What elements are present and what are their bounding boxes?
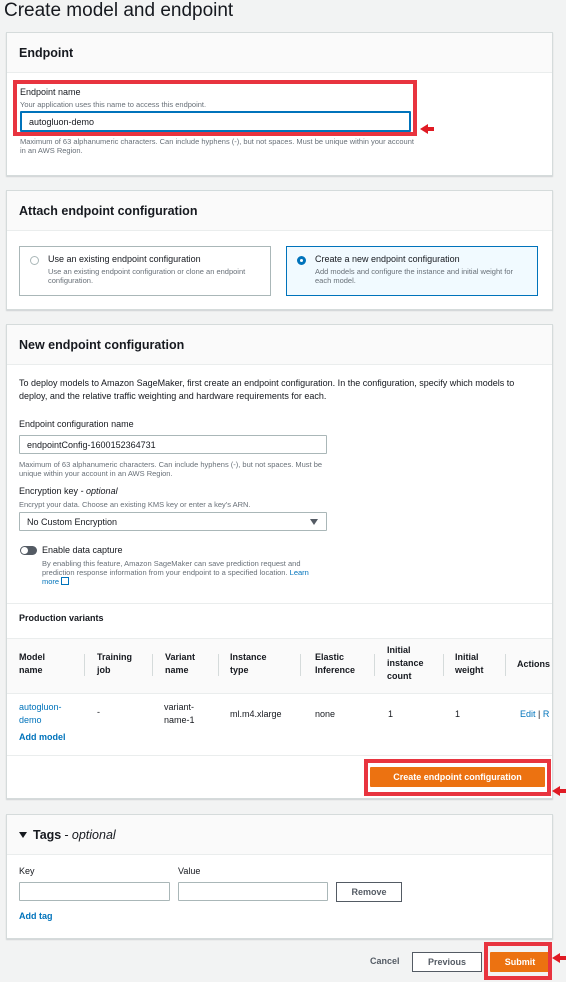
config-name-constraint: Maximum of 63 alphanumeric characters. C… [19,460,323,478]
data-capture-desc: By enabling this feature, Amazon SageMak… [42,559,327,586]
cell-model-name[interactable]: autogluon-demo [19,701,74,727]
page-title: Create model and endpoint [4,0,234,21]
production-variants-header: Production variants [19,613,104,623]
external-link-icon [61,577,70,585]
column-header-actions: Actions [517,659,551,669]
remove-tag-button[interactable]: Remove [336,882,402,902]
tag-value-input[interactable] [178,882,328,901]
cell-elastic-inference: none [315,709,336,719]
expand-triangle-icon[interactable] [19,831,27,838]
add-tag-link[interactable]: Add tag [19,911,53,921]
highlight-box-endpoint-name [13,80,417,136]
create-button-divider [7,755,552,756]
cell-initial-weight: 1 [455,709,461,719]
data-capture-label: Enable data capture [42,545,123,555]
cell-actions: Edit | R [520,708,549,721]
data-capture-desc-text: By enabling this feature, Amazon SageMak… [42,559,301,577]
column-separator [374,654,375,676]
arrow-icon [552,786,566,796]
column-separator [505,654,506,676]
endpoint-panel-header: Endpoint [7,33,552,73]
tags-title: Tags [33,827,62,842]
encryption-optional: - optional [80,486,118,496]
column-header-initial-weight: Initial weight [455,652,484,675]
config-name-value: endpointConfig-1600152364731 [27,439,156,450]
previous-button[interactable]: Previous [412,952,482,972]
column-header-training-job: Training job [97,652,133,675]
cancel-button[interactable]: Cancel [370,956,400,966]
actions-separator: | [538,709,541,719]
column-header-initial-count: Initial instance count [387,645,424,681]
endpoint-name-constraint: Maximum of 63 alphanumeric characters. C… [20,137,414,155]
tag-key-label: Key [19,866,35,876]
encryption-hint: Encrypt your data. Choose an existing KM… [19,500,251,509]
config-name-label: Endpoint configuration name [19,419,134,429]
cell-variant-name: variant-name-1 [164,702,195,725]
radio-use-existing[interactable]: Use an existing endpoint configuration U… [19,246,271,296]
radio-icon [30,256,39,265]
highlight-box-create-config [364,759,551,796]
radio-title: Create a new endpoint configuration [315,254,460,264]
column-header-elastic-inference: Elastic Inference [315,652,356,675]
tags-header: Tags - optional [7,815,552,855]
column-separator [152,654,153,676]
new-config-header: New endpoint configuration [7,325,552,365]
column-separator [300,654,301,676]
column-separator [218,654,219,676]
column-separator [443,654,444,676]
cell-training-job: - [97,707,100,717]
radio-desc: Use an existing endpoint configuration o… [48,267,246,285]
column-separator [84,654,85,676]
column-header-variant-name: Variant name [165,652,196,675]
encryption-label: Encryption key - optional [19,486,118,496]
caret-down-icon [310,519,318,525]
radio-desc: Add models and configure the instance an… [315,267,514,285]
add-model-link[interactable]: Add model [19,732,66,742]
cell-initial-count: 1 [388,709,394,719]
tags-optional: - optional [64,827,116,842]
config-name-input[interactable]: endpointConfig-1600152364731 [19,435,327,454]
radio-create-new[interactable]: Create a new endpoint configuration Add … [286,246,538,296]
tag-key-input[interactable] [19,882,170,901]
remove-link[interactable]: R [543,709,550,719]
cell-instance-type: ml.m4.xlarge [230,709,282,719]
column-header-model-name: Model name [19,652,45,675]
variants-divider [7,603,552,604]
encryption-select[interactable]: No Custom Encryption [19,512,327,531]
attach-config-header: Attach endpoint configuration [7,191,552,231]
tags-panel: Tags - optional [6,814,553,939]
encryption-label-text: Encryption key [19,486,79,496]
radio-title: Use an existing endpoint configuration [48,254,201,264]
arrow-icon [552,953,566,963]
new-config-intro: To deploy models to Amazon SageMaker, fi… [19,378,515,401]
tag-value-label: Value [178,866,201,876]
arrow-icon [420,124,434,134]
highlight-box-submit [484,942,552,980]
radio-selected-icon [297,256,306,265]
encryption-value: No Custom Encryption [27,516,118,527]
column-header-instance-type: Instance type [230,652,267,675]
data-capture-toggle[interactable] [20,546,37,555]
edit-link[interactable]: Edit [520,709,536,719]
